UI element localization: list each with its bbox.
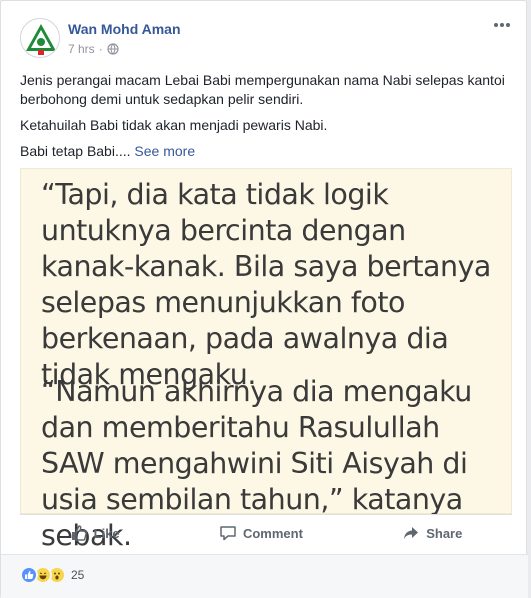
share-arrow-icon (404, 527, 419, 539)
post-text-last-line: Babi tetap Babi.... See more (20, 142, 515, 161)
comment-icon (220, 526, 236, 541)
post-timestamp[interactable]: 7 hrs (68, 42, 95, 56)
like-label: Like (93, 525, 120, 541)
action-bar: Like Comment Share (20, 515, 512, 551)
comment-label: Comment (242, 525, 303, 541)
post-meta: 7 hrs · (68, 42, 119, 56)
author-avatar[interactable] (20, 18, 60, 58)
comment-button[interactable]: Comment (207, 518, 315, 548)
quote-image[interactable]: “Tapi, dia kata tidak logik untuknya ber… (20, 168, 512, 552)
reaction-count[interactable]: 25 (71, 568, 84, 582)
post-text-line: Jenis perangai macam Lebai Babi mempergu… (20, 72, 505, 107)
more-options-button[interactable] (492, 17, 512, 33)
more-dot-icon (506, 23, 510, 27)
post-text-line: Ketahuilah Babi tidak akan menjadi pewar… (20, 117, 328, 133)
share-button[interactable]: Share (390, 518, 474, 548)
globe-icon[interactable] (107, 43, 119, 55)
post-card: Wan Mohd Aman 7 hrs · Jenis perangai mac… (0, 0, 528, 598)
see-more-link[interactable]: See more (134, 143, 195, 159)
more-dot-icon (500, 23, 504, 27)
more-dot-icon (494, 23, 498, 27)
like-button[interactable]: Like (58, 518, 132, 548)
thumbs-up-icon (71, 525, 87, 541)
reactions-bar: 25 (1, 554, 528, 598)
avatar-logo-icon (21, 19, 59, 57)
like-reaction-icon (20, 566, 38, 584)
meta-separator: · (98, 42, 103, 56)
post-text-line: Babi tetap Babi.... (20, 143, 131, 159)
reactions-summary[interactable]: 25 (20, 566, 84, 584)
post-text: Jenis perangai macam Lebai Babi mempergu… (20, 71, 515, 168)
author-name[interactable]: Wan Mohd Aman (68, 21, 181, 37)
share-label: Share (426, 525, 463, 541)
quote-paragraph: “Tapi, dia kata tidak logik untuknya ber… (41, 178, 491, 391)
